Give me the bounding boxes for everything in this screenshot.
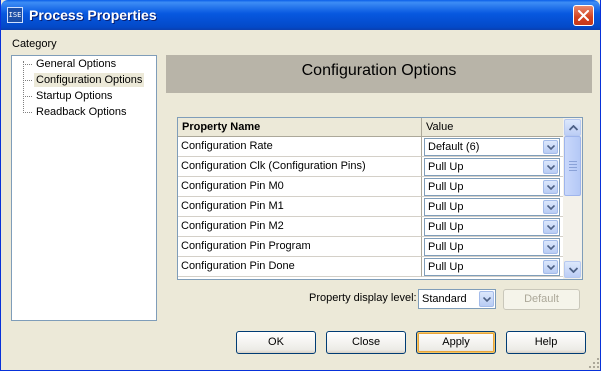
dropdown-button[interactable] bbox=[543, 220, 558, 234]
property-value-dropdown[interactable]: Pull Up bbox=[424, 258, 560, 276]
dropdown-button[interactable] bbox=[543, 240, 558, 254]
property-value-dropdown[interactable]: Pull Up bbox=[424, 158, 560, 176]
tree-branch bbox=[23, 112, 32, 113]
dropdown-value: Pull Up bbox=[428, 241, 464, 253]
tree-branch bbox=[23, 96, 32, 97]
table-row[interactable]: Configuration Pin Done Pull Up bbox=[178, 257, 563, 277]
table-row[interactable]: Configuration Rate Default (6) bbox=[178, 137, 563, 157]
chevron-down-icon bbox=[547, 265, 555, 270]
dropdown-value: Default (6) bbox=[428, 141, 480, 153]
dropdown-button[interactable] bbox=[543, 180, 558, 194]
dropdown-value: Pull Up bbox=[428, 261, 464, 273]
tree-item-label: Configuration Options bbox=[34, 73, 145, 87]
close-window-button[interactable] bbox=[573, 5, 594, 26]
dropdown-value: Pull Up bbox=[428, 181, 464, 193]
close-button[interactable]: Close bbox=[326, 331, 406, 354]
thumb-grip bbox=[569, 164, 577, 165]
scrollbar-thumb[interactable] bbox=[564, 136, 581, 196]
property-value-cell: Pull Up bbox=[422, 237, 563, 257]
window-title: Process Properties bbox=[29, 7, 157, 23]
help-button[interactable]: Help bbox=[506, 331, 586, 354]
thumb-grip bbox=[569, 170, 577, 171]
dropdown-button[interactable] bbox=[543, 140, 558, 154]
property-name-cell: Configuration Rate bbox=[178, 137, 422, 157]
property-name-cell: Configuration Pin Program bbox=[178, 237, 422, 257]
scroll-up-button[interactable] bbox=[564, 119, 581, 136]
property-name-cell: Configuration Clk (Configuration Pins) bbox=[178, 157, 422, 177]
dropdown-button[interactable] bbox=[543, 260, 558, 274]
category-label: Category bbox=[12, 38, 57, 50]
display-level-label: Property display level: bbox=[309, 292, 417, 304]
property-name-cell: Configuration Pin M0 bbox=[178, 177, 422, 197]
chevron-down-icon bbox=[547, 145, 555, 150]
property-name-cell: Configuration Pin Done bbox=[178, 257, 422, 277]
property-value-dropdown[interactable]: Pull Up bbox=[424, 218, 560, 236]
property-value-cell: Pull Up bbox=[422, 197, 563, 217]
property-value-cell: Pull Up bbox=[422, 177, 563, 197]
chevron-down-icon bbox=[547, 185, 555, 190]
property-value-dropdown[interactable]: Default (6) bbox=[424, 138, 560, 156]
property-name-cell: Configuration Pin M2 bbox=[178, 217, 422, 237]
tree-connector bbox=[23, 61, 24, 113]
tree-branch bbox=[23, 64, 32, 65]
chevron-down-icon bbox=[547, 245, 555, 250]
dropdown-value: Pull Up bbox=[428, 161, 464, 173]
property-name-cell: Configuration Pin M1 bbox=[178, 197, 422, 217]
tree-item-label: General Options bbox=[36, 58, 117, 70]
chevron-down-icon bbox=[547, 225, 555, 230]
scroll-down-icon bbox=[569, 267, 578, 273]
tree-item-label: Readback Options bbox=[36, 106, 127, 118]
section-header: Configuration Options bbox=[166, 55, 592, 93]
thumb-grip bbox=[569, 161, 577, 162]
property-value-dropdown[interactable]: Pull Up bbox=[424, 198, 560, 216]
category-tree[interactable]: General Options Configuration Options St… bbox=[11, 55, 157, 321]
app-icon: ISE bbox=[7, 7, 23, 23]
thumb-grip bbox=[569, 167, 577, 168]
chevron-down-icon bbox=[547, 165, 555, 170]
column-header-value[interactable]: Value bbox=[422, 118, 563, 137]
property-value-dropdown[interactable]: Pull Up bbox=[424, 238, 560, 256]
dropdown-value: Pull Up bbox=[428, 221, 464, 233]
tree-item-label: Startup Options bbox=[36, 90, 113, 102]
chevron-down-icon bbox=[483, 297, 491, 302]
dropdown-button[interactable] bbox=[543, 160, 558, 174]
property-value-cell: Pull Up bbox=[422, 217, 563, 237]
resize-grip-icon[interactable] bbox=[588, 357, 600, 369]
column-header-property-name[interactable]: Property Name bbox=[178, 118, 422, 137]
table-row[interactable]: Configuration Pin Program Pull Up bbox=[178, 237, 563, 257]
title-bar[interactable]: ISE Process Properties bbox=[1, 0, 600, 30]
scroll-down-button[interactable] bbox=[564, 261, 581, 278]
ok-button[interactable]: OK bbox=[236, 331, 316, 354]
dropdown-button[interactable] bbox=[479, 291, 494, 307]
process-properties-dialog: ISE Process Properties Category General … bbox=[0, 0, 601, 371]
close-icon bbox=[578, 10, 589, 21]
display-level-dropdown[interactable]: Standard bbox=[418, 289, 496, 309]
dropdown-button[interactable] bbox=[543, 200, 558, 214]
default-button[interactable]: Default bbox=[503, 289, 580, 310]
vertical-scrollbar[interactable] bbox=[563, 118, 582, 279]
property-grid[interactable]: Property Name Value Configuration Rate D… bbox=[177, 117, 583, 280]
property-value-cell: Default (6) bbox=[422, 137, 563, 157]
chevron-down-icon bbox=[547, 205, 555, 210]
table-row[interactable]: Configuration Pin M0 Pull Up bbox=[178, 177, 563, 197]
section-title: Configuration Options bbox=[301, 62, 457, 79]
table-row[interactable]: Configuration Clk (Configuration Pins) P… bbox=[178, 157, 563, 177]
tree-branch bbox=[23, 80, 32, 81]
table-row[interactable]: Configuration Pin M2 Pull Up bbox=[178, 217, 563, 237]
property-value-dropdown[interactable]: Pull Up bbox=[424, 178, 560, 196]
table-row[interactable]: Configuration Pin M1 Pull Up bbox=[178, 197, 563, 217]
apply-button[interactable]: Apply bbox=[416, 331, 496, 354]
property-value-cell: Pull Up bbox=[422, 257, 563, 277]
dropdown-value: Standard bbox=[422, 293, 467, 305]
scroll-up-icon bbox=[569, 125, 578, 131]
dropdown-value: Pull Up bbox=[428, 201, 464, 213]
property-value-cell: Pull Up bbox=[422, 157, 563, 177]
